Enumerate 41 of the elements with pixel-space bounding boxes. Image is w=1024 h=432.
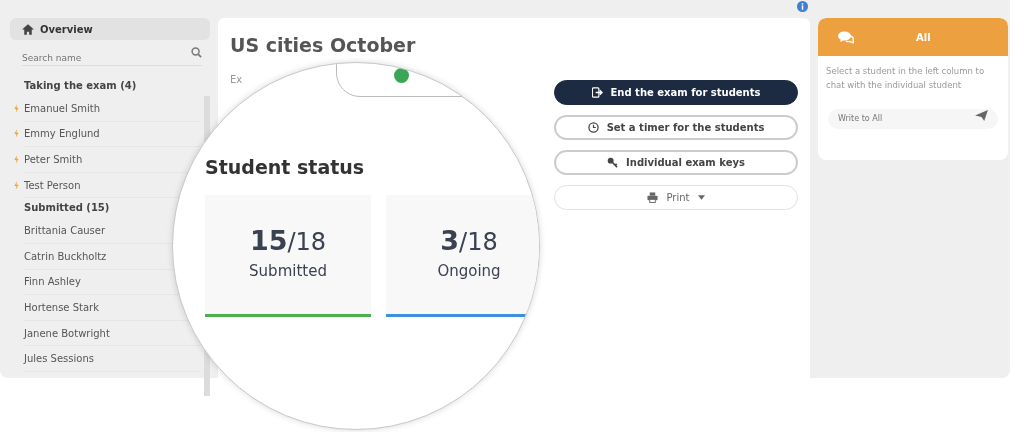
printer-icon [647,192,659,203]
field-label: Ex [230,74,244,85]
home-icon [22,23,34,35]
stat-label: Ongoing [437,262,501,280]
message-field[interactable]: Write to All [828,108,998,129]
student-item[interactable]: Finn Ashley [24,276,81,288]
search-field[interactable]: Search name [22,51,202,66]
chat-hint: Select a student in the left column to chat with the individual student [825,65,986,92]
action-button[interactable]: End the exam for students [554,80,798,105]
chat-bubbles-icon [838,30,854,44]
action-button[interactable]: Individual exam keys [554,150,798,175]
stat-count: 3/18 [440,225,498,256]
group-heading: Taking the exam (4) [24,79,138,93]
student-item[interactable]: Emmy Englund [24,128,100,140]
search-icon [191,47,202,58]
student-item[interactable]: Test Person [24,179,81,191]
exit-icon [591,87,603,98]
print-button[interactable]: Print [554,185,798,210]
info-icon[interactable] [797,1,808,12]
clock-icon [587,122,599,133]
lightning-icon [14,155,19,164]
group-heading: Submitted (15) [24,201,111,216]
section-heading: Student status [205,156,365,178]
student-item[interactable]: Peter Smith [24,154,83,165]
student-item[interactable]: Catrin Buckholtz [24,250,107,262]
stat-count: 15/18 [249,225,327,256]
caret-icon [697,195,705,200]
student-item[interactable]: Janene Botwright [24,327,110,339]
send-icon [975,110,988,121]
exam-title: US cities October [230,34,417,56]
key-icon [607,157,619,168]
student-item[interactable]: Brittania Causer [24,225,106,237]
student-item[interactable]: Hortense Stark [24,301,99,313]
lightning-icon [14,129,19,139]
lightning-icon [14,103,19,113]
lightning-icon [14,180,19,190]
action-button[interactable]: Set a timer for the students [554,115,798,140]
overview-button[interactable]: Overview [10,18,210,40]
stat-label: Submitted [249,262,327,280]
student-item[interactable]: Jules Sessions [24,353,94,365]
student-item[interactable]: Emanuel Smith [24,102,101,114]
